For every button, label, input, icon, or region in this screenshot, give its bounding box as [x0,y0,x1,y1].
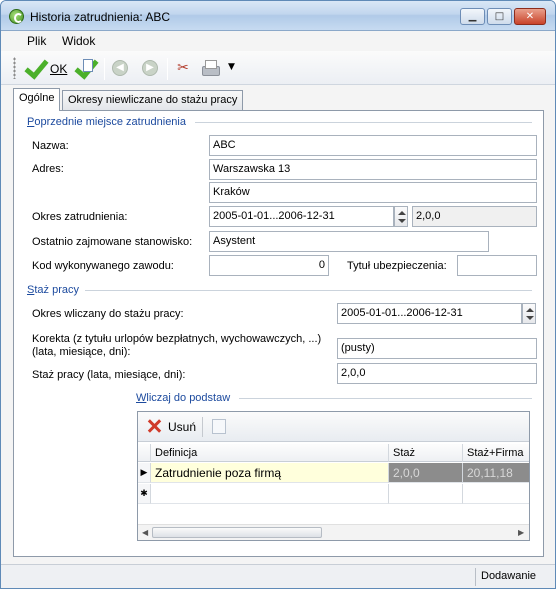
okres-zatrudnienia-label: Okres zatrudnienia: [32,211,128,223]
scroll-left-icon[interactable]: ◀ [142,528,148,537]
tab-okresy-niewliczane[interactable]: Okresy niewliczane do stażu pracy [62,90,244,110]
tytul-ubezpieczenia-label: Tytuł ubezpieczenia: [347,260,447,272]
status-bar: Dodawanie [1,564,555,588]
grid-header-corner [138,444,151,462]
cell-staz[interactable]: 2,0,0 [389,463,463,483]
window: Historia zatrudnienia: ABC ▁ □ ✕ Plik Wi… [0,0,556,589]
section-divider [195,122,532,123]
scroll-right-icon[interactable]: ▶ [518,528,524,537]
column-header-staz-firma[interactable]: Staż+Firma [463,444,529,462]
okres-wliczany-label: Okres wliczany do stażu pracy: [32,308,184,320]
toolbar-separator [104,58,105,80]
tab-ogolne[interactable]: Ogólne [13,88,61,111]
nazwa-field[interactable]: ABC [209,135,537,156]
delete-button[interactable]: Usuń [168,420,196,434]
status-mode: Dodawanie [481,570,537,582]
new-row-icon[interactable]: ✱ [138,484,151,504]
okres-zatrudnienia-staz: 2,0,0 [412,206,537,227]
horizontal-scrollbar[interactable]: ◀ ▶ [138,524,529,540]
ok-check-icon[interactable] [23,56,45,78]
status-separator [475,568,476,586]
okres-zatrudnienia-field[interactable]: 2005-01-01...2006-12-31 [209,206,394,227]
cell-staz-firma[interactable]: 20,11,18 [463,463,529,483]
korekta-field[interactable]: (pusty) [337,338,537,359]
ok-button[interactable]: OK [50,62,67,76]
wliczaj-title: Wliczaj do podstaw [136,392,231,404]
kod-zawodu-field[interactable]: 0 [209,255,329,276]
column-header-definicja[interactable]: Definicja [151,444,389,462]
window-title: Historia zatrudnienia: ABC [30,10,171,24]
close-button[interactable]: ✕ [514,8,546,25]
tools-icon[interactable]: ✂ [174,59,192,77]
edit-icon[interactable] [212,419,226,434]
back-arrow-icon[interactable]: ◀ [112,60,128,76]
row-selector-icon[interactable]: ▶ [138,463,151,483]
okres-wliczany-spinner[interactable] [522,303,536,324]
save-and-new-icon[interactable] [73,56,95,78]
menu-bar: Plik Widok [1,31,555,51]
section-divider [85,290,532,291]
okres-zatrudnienia-spinner[interactable] [394,206,408,227]
staz-pracy-field[interactable]: 2,0,0 [337,363,537,384]
grid-header: Definicja Staż Staż+Firma [138,444,529,462]
menu-widok[interactable]: Widok [62,34,95,48]
forward-arrow-icon[interactable]: ▶ [142,60,158,76]
adres-line2-field[interactable]: Kraków [209,182,537,203]
print-icon[interactable] [201,59,220,77]
grid-toolbar: Usuń [138,412,529,442]
korekta-label: Korekta (z tytułu urlopów bezpłatnych, w… [32,333,322,345]
new-cell-staz-firma[interactable] [463,484,529,504]
new-cell-staz[interactable] [389,484,463,504]
korekta-label-units: (lata, miesiące, dni): [32,346,131,358]
column-header-staz[interactable]: Staż [389,444,463,462]
nazwa-label: Nazwa: [32,140,69,152]
title-bar: Historia zatrudnienia: ABC ▁ □ ✕ [1,1,555,31]
cell-definicja[interactable]: Zatrudnienie poza firmą [151,463,389,483]
stanowisko-label: Ostatnio zajmowane stanowisko: [32,236,193,248]
section-divider [239,398,532,399]
section-staz-title: Staż pracy [27,284,79,296]
delete-icon[interactable] [147,419,161,433]
app-icon [9,9,24,24]
staz-pracy-label: Staż pracy (lata, miesiące, dni): [32,369,186,381]
scroll-thumb[interactable] [152,527,322,538]
new-cell-definicja[interactable] [151,484,389,504]
toolbar-separator [167,58,168,80]
okres-wliczany-field[interactable]: 2005-01-01...2006-12-31 [337,303,522,324]
minimize-button[interactable]: ▁ [460,8,485,25]
menu-plik[interactable]: Plik [27,34,46,48]
maximize-button[interactable]: □ [487,8,512,25]
section-poprzednie-title: Poprzednie miejsce zatrudnienia [27,116,186,128]
wliczaj-grid: Usuń Definicja Staż Staż+Firma ▶ Zatrudn… [137,411,530,541]
tytul-ubezpieczenia-field[interactable] [457,255,537,276]
print-dropdown-icon[interactable]: ▼ [228,62,235,72]
adres-label: Adres: [32,163,64,175]
toolbar-grip-icon[interactable] [13,57,16,79]
kod-zawodu-label: Kod wykonywanego zawodu: [32,260,174,272]
grid-toolbar-separator [202,417,203,437]
stanowisko-field[interactable]: Asystent [209,231,489,252]
adres-line1-field[interactable]: Warszawska 13 [209,159,537,180]
